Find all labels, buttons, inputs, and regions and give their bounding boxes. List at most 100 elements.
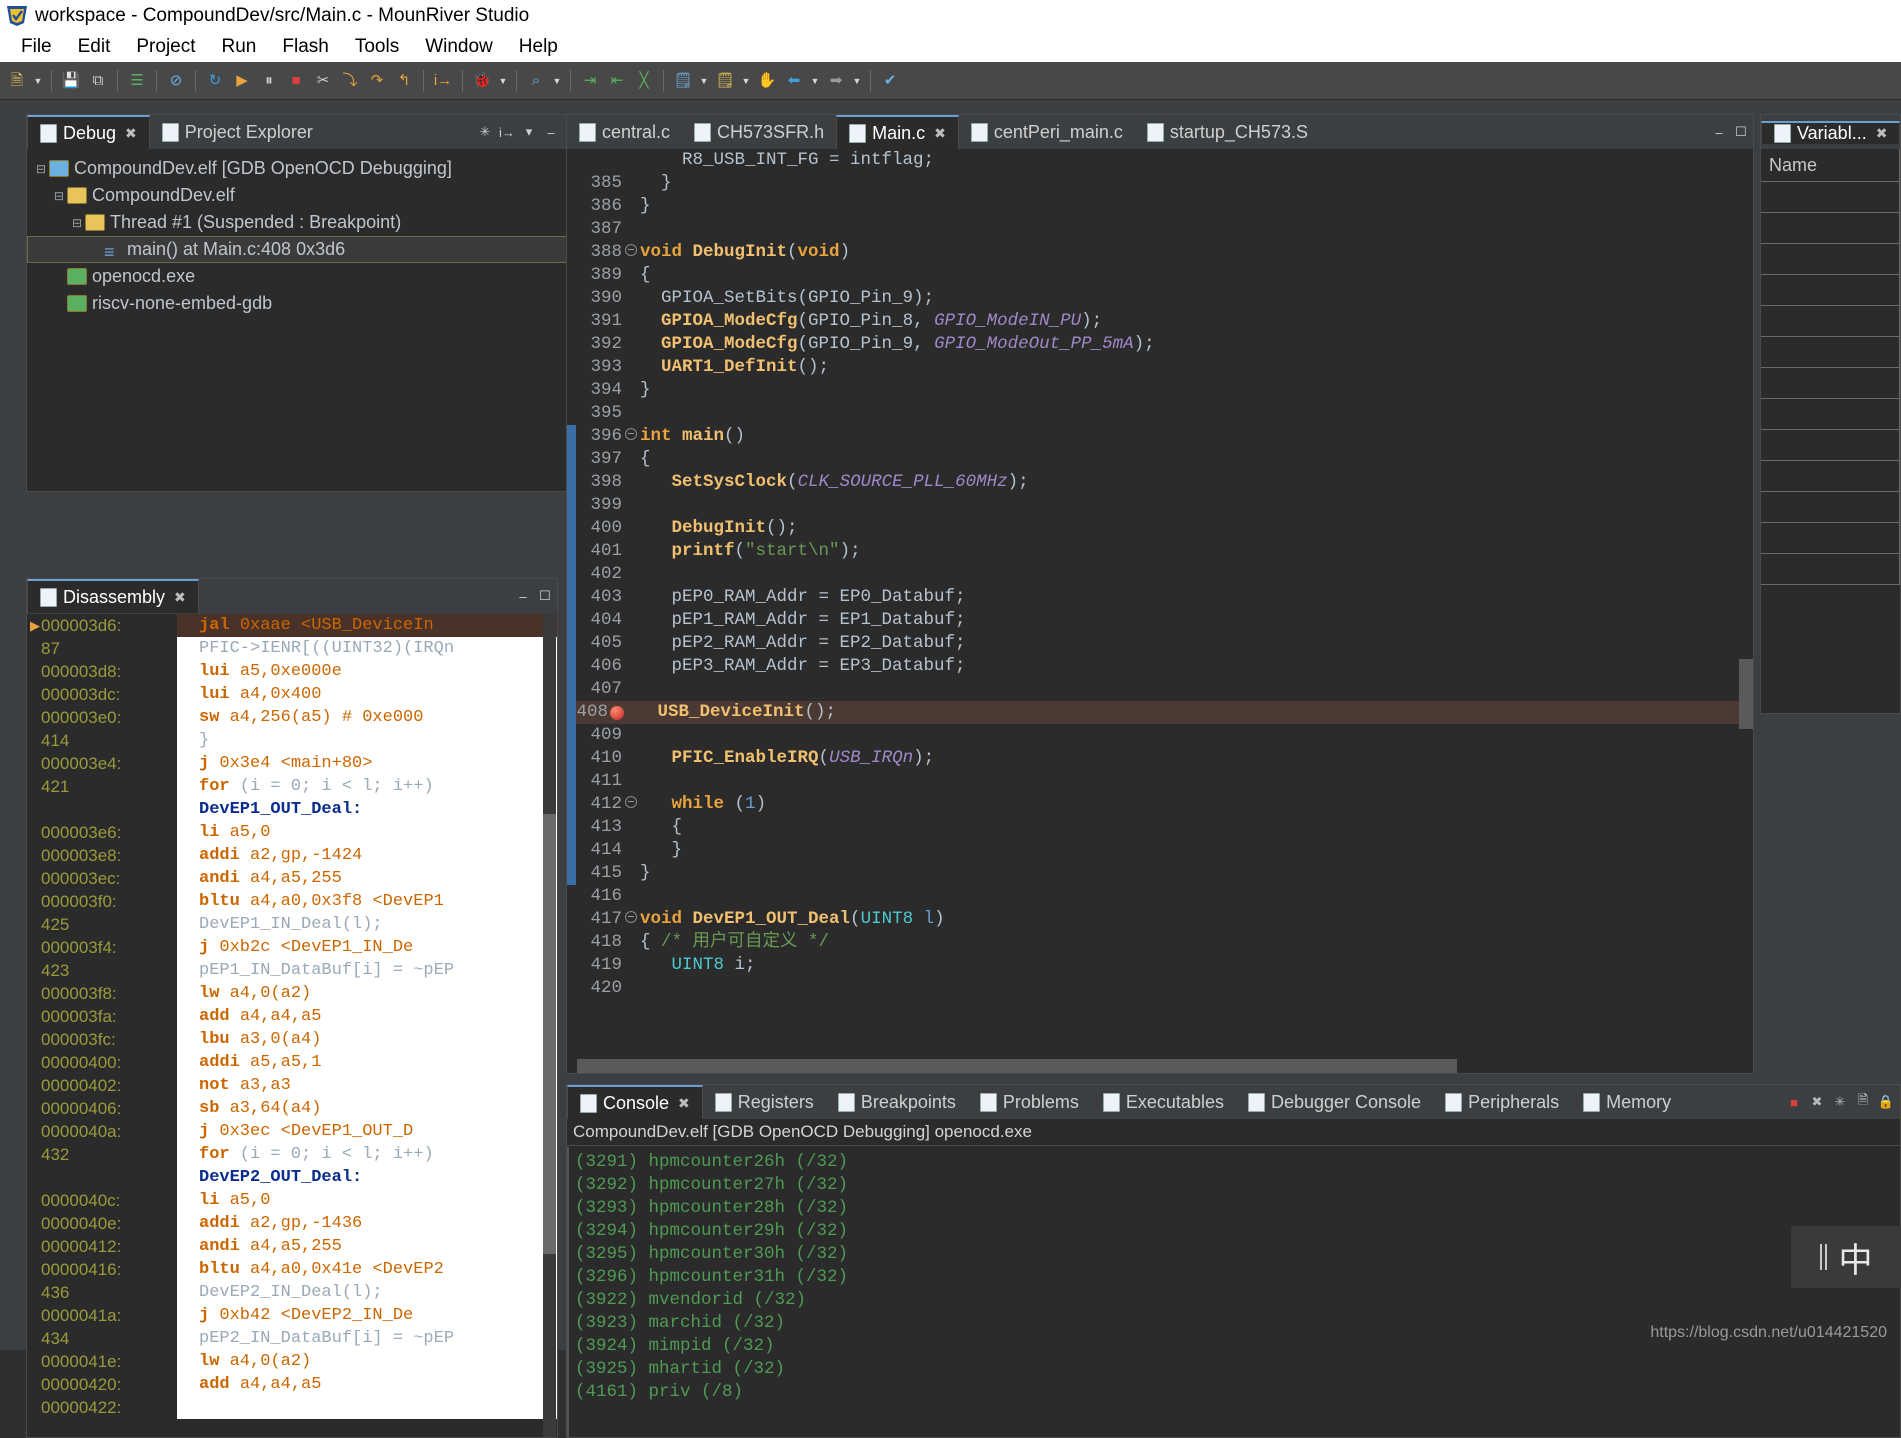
variables-row[interactable] [1761, 430, 1900, 461]
line-marker[interactable] [624, 241, 638, 264]
forward-icon[interactable]: ➡ [823, 68, 849, 94]
vars-tab-variabl-[interactable]: Variabl... ✖ [1761, 120, 1901, 144]
twisty-icon[interactable]: ⊟ [51, 189, 67, 203]
maximize-icon[interactable]: ☐ [537, 588, 553, 604]
pin-editor-icon[interactable]: ✋ [754, 68, 780, 94]
back-icon[interactable]: ⬅ [781, 68, 807, 94]
menu-flash[interactable]: Flash [269, 34, 341, 60]
tree-row[interactable]: ⊟ Thread #1 (Suspended : Breakpoint) [27, 209, 585, 236]
line-marker[interactable] [624, 839, 638, 862]
variables-row[interactable] [1761, 554, 1900, 585]
step-into-icon[interactable]: ⤵ [337, 68, 363, 94]
editor-tab-central-c[interactable]: central.c [567, 115, 682, 149]
line-marker[interactable] [624, 931, 638, 954]
console-tab-peripherals[interactable]: Peripherals [1433, 1085, 1571, 1119]
fold-icon[interactable] [625, 911, 637, 923]
variables-row[interactable] [1761, 523, 1900, 554]
debug-tab-debug[interactable]: Debug ✖ [27, 115, 150, 149]
line-marker[interactable] [624, 264, 638, 287]
toolbar-dropdown-arrow[interactable]: ▼ [739, 68, 753, 94]
variables-row[interactable] [1761, 492, 1900, 523]
menu-edit[interactable]: Edit [65, 34, 124, 60]
instruction-stepping-icon[interactable]: i→ [430, 68, 456, 94]
line-marker[interactable] [624, 816, 638, 839]
console-tab-executables[interactable]: Executables [1091, 1085, 1236, 1119]
debug-stack-tree[interactable]: ⊟ CompoundDev.elf [GDB OpenOCD Debugging]… [27, 149, 585, 317]
console-tab-debugger-console[interactable]: Debugger Console [1236, 1085, 1433, 1119]
toolbar-dropdown-arrow[interactable]: ▼ [31, 68, 45, 94]
editor-scrollbar[interactable] [1739, 149, 1753, 1059]
toolbar-dropdown-arrow[interactable]: ▼ [697, 68, 711, 94]
disassembly-row[interactable]: 00000420: add a4,a4,a5 [27, 1373, 557, 1396]
editor-horizontal-scrollbar-thumb[interactable] [577, 1059, 1457, 1073]
new-file-icon[interactable]: 🗎 [4, 68, 30, 94]
disasm-tab-disassembly[interactable]: Disassembly ✖ [27, 579, 199, 613]
disassembly-row[interactable]: 0000041e: lw a4,0(a2) [27, 1350, 557, 1373]
disassembly-row[interactable]: DevEP2_OUT_Deal: [27, 1166, 557, 1189]
toolbar-dropdown-arrow[interactable]: ▼ [808, 68, 822, 94]
line-marker[interactable] [624, 195, 638, 218]
line-marker[interactable] [624, 517, 638, 540]
save-all-icon[interactable]: ⧉ [85, 68, 111, 94]
tree-row[interactable]: riscv-none-embed-gdb [27, 290, 585, 317]
minimize-icon[interactable]: – [1711, 124, 1727, 140]
editor-tab-startup-ch573-s[interactable]: startup_CH573.S [1135, 115, 1320, 149]
disassembly-row[interactable]: 00000400: addi a5,a5,1 [27, 1051, 557, 1074]
resume-icon[interactable]: ▶ [229, 68, 255, 94]
disassembly-listing[interactable]: 000003d6: ▶ jal 0xaae <USB_DeviceIn 87 PFIC… [27, 614, 557, 1437]
disassembly-row[interactable]: 0000040a: j 0x3ec <DevEP1_OUT_D [27, 1120, 557, 1143]
disassembly-row[interactable]: 425 DevEP1_IN_Deal(l); [27, 913, 557, 936]
disassembly-row[interactable]: 00000412: andi a4,a5,255 [27, 1235, 557, 1258]
instruction-step-icon[interactable]: i→ [499, 124, 515, 140]
close-icon[interactable]: ✖ [934, 125, 946, 142]
line-marker[interactable] [624, 908, 638, 931]
variables-row[interactable] [1761, 275, 1900, 306]
line-marker[interactable] [624, 494, 638, 517]
close-icon[interactable]: ✖ [174, 589, 186, 606]
line-marker[interactable] [624, 540, 638, 563]
line-marker[interactable] [624, 172, 638, 195]
disassembly-row[interactable]: 00000416: bltu a4,a0,0x41e <DevEP2 [27, 1258, 557, 1281]
debug-tab-project-explorer[interactable]: Project Explorer [150, 115, 325, 149]
disassembly-row[interactable]: 000003f8: lw a4,0(a2) [27, 982, 557, 1005]
search-icon[interactable]: ⌕ [523, 68, 549, 94]
variables-row[interactable] [1761, 213, 1900, 244]
minimize-icon[interactable]: – [515, 588, 531, 604]
fold-icon[interactable] [625, 428, 637, 440]
open-element-icon[interactable]: 🗒 [670, 68, 696, 94]
breakpoint-icon[interactable] [610, 706, 624, 720]
disassembly-row[interactable]: 000003f4: j 0xb2c <DevEP1_IN_De [27, 936, 557, 959]
maximize-icon[interactable]: ☐ [1733, 124, 1749, 140]
line-marker[interactable] [624, 678, 638, 701]
menu-tools[interactable]: Tools [342, 34, 412, 60]
disassembly-row[interactable]: 000003e8: addi a2,gp,-1424 [27, 844, 557, 867]
menu-file[interactable]: File [8, 34, 65, 60]
line-marker[interactable] [624, 586, 638, 609]
editor-scrollbar-thumb[interactable] [1739, 659, 1753, 729]
line-marker[interactable] [624, 333, 638, 356]
line-marker[interactable] [624, 655, 638, 678]
line-marker[interactable] [624, 425, 638, 448]
disassembly-row[interactable]: 87 PFIC->IENR[((UINT32)(IRQn [27, 637, 557, 660]
scroll-lock-icon[interactable]: 🔒 [1878, 1094, 1894, 1110]
line-marker[interactable] [624, 632, 638, 655]
previous-annotation-icon[interactable]: ⇤ [604, 68, 630, 94]
view-menu-icon[interactable]: ✳ [477, 124, 493, 140]
line-marker[interactable] [624, 356, 638, 379]
toolbar-dropdown-arrow[interactable]: ▼ [550, 68, 564, 94]
disassembly-row[interactable]: 000003fa: add a4,a4,a5 [27, 1005, 557, 1028]
menu-window[interactable]: Window [412, 34, 506, 60]
line-marker[interactable] [624, 862, 638, 885]
terminate-icon[interactable]: ■ [1786, 1094, 1802, 1110]
console-tab-memory[interactable]: Memory [1571, 1085, 1683, 1119]
editor-tab-main-c[interactable]: Main.c ✖ [836, 115, 959, 149]
open-type-icon[interactable]: 🗒 [712, 68, 738, 94]
disassembly-row[interactable]: 0000041a: j 0xb42 <DevEP2_IN_De [27, 1304, 557, 1327]
variables-table-body[interactable] [1761, 182, 1900, 585]
close-icon[interactable]: ✖ [678, 1095, 690, 1112]
disassembly-row[interactable]: 000003ec: andi a4,a5,255 [27, 867, 557, 890]
editor-text-area[interactable]: R8_USB_INT_FG = intflag; 385 } 386} 387 388 v… [567, 149, 1753, 1073]
line-marker[interactable] [624, 609, 638, 632]
close-icon[interactable]: ✖ [125, 125, 137, 142]
disassembly-row[interactable]: 421 for (i = 0; i < l; i++) [27, 775, 557, 798]
